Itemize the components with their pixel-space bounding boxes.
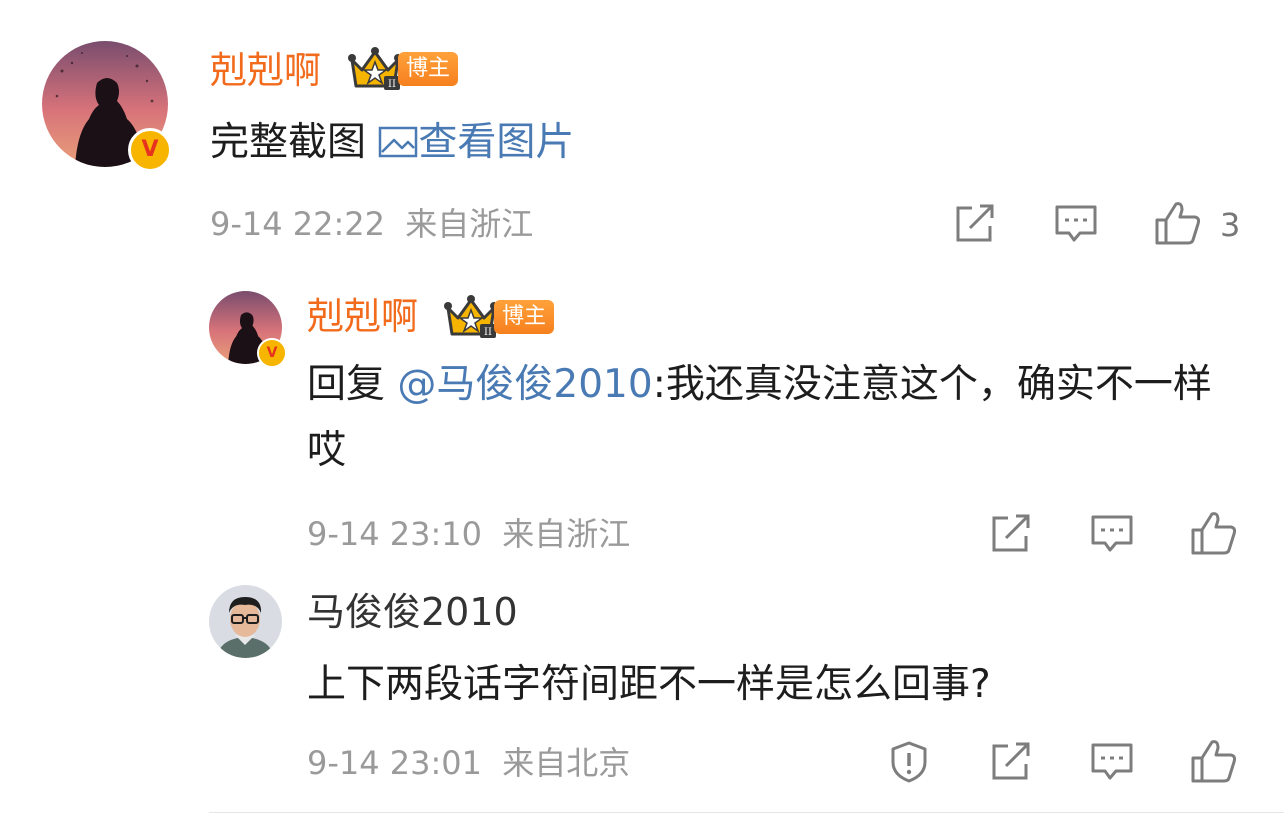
crown-level-text: II (484, 327, 492, 338)
avatar[interactable] (209, 585, 282, 658)
reply-timestamp: 9-14 23:01 (307, 744, 483, 782)
reply-location: 来自浙江 (502, 515, 631, 553)
mention-link[interactable]: @马俊俊2010 (397, 362, 652, 407)
comment-location: 来自浙江 (405, 205, 534, 243)
verified-badge-icon: V (128, 128, 172, 172)
verified-mark: V (266, 345, 278, 361)
role-badge: 博主 (494, 300, 554, 334)
comment-icon[interactable] (1090, 742, 1134, 782)
comment-text: 完整截图 (210, 120, 367, 165)
role-badge: 博主 (398, 52, 458, 86)
like-count: 3 (1220, 206, 1241, 244)
comment-text-block: 完整截图 查看图片 (210, 110, 574, 176)
verified-badge-icon: V (257, 338, 287, 368)
reply-text-block: 回复 @马俊俊2010:我还真没注意这个，确实不一样哎 (307, 352, 1237, 484)
reply-text: 上下两段话字符间距不一样是怎么回事? (307, 662, 991, 707)
view-image-link[interactable]: 查看图片 (378, 120, 574, 165)
divider (209, 812, 1284, 813)
share-icon[interactable] (954, 204, 996, 244)
comment-timestamp: 9-14 22:22 (210, 205, 386, 243)
like-icon[interactable] (1190, 738, 1238, 784)
crown-icon: II (444, 294, 498, 344)
reply-timestamp: 9-14 23:10 (307, 515, 483, 553)
share-icon[interactable] (990, 742, 1032, 782)
crown-level-text: II (388, 79, 396, 90)
reply-meta: 9-14 23:01 来自北京 (307, 747, 630, 779)
reply-username[interactable]: 马俊俊2010 (307, 593, 518, 631)
comment-meta: 9-14 22:22 来自浙江 (210, 208, 533, 240)
like-icon[interactable] (1190, 510, 1238, 556)
verified-mark: V (141, 137, 159, 162)
crown-icon: II (348, 46, 402, 96)
reply-username[interactable]: 剋剋啊 (307, 298, 418, 335)
comment-icon[interactable] (1054, 204, 1098, 244)
reply-prefix: 回复 (307, 362, 386, 407)
share-icon[interactable] (990, 514, 1032, 554)
comment-username[interactable]: 剋剋啊 (210, 52, 321, 89)
like-icon[interactable] (1154, 200, 1202, 246)
view-image-label: 查看图片 (418, 120, 575, 165)
image-icon (379, 126, 418, 158)
reply-meta: 9-14 23:10 来自浙江 (307, 518, 630, 550)
report-icon[interactable] (888, 740, 930, 784)
reply-location: 来自北京 (502, 744, 631, 782)
comment-icon[interactable] (1090, 514, 1134, 554)
